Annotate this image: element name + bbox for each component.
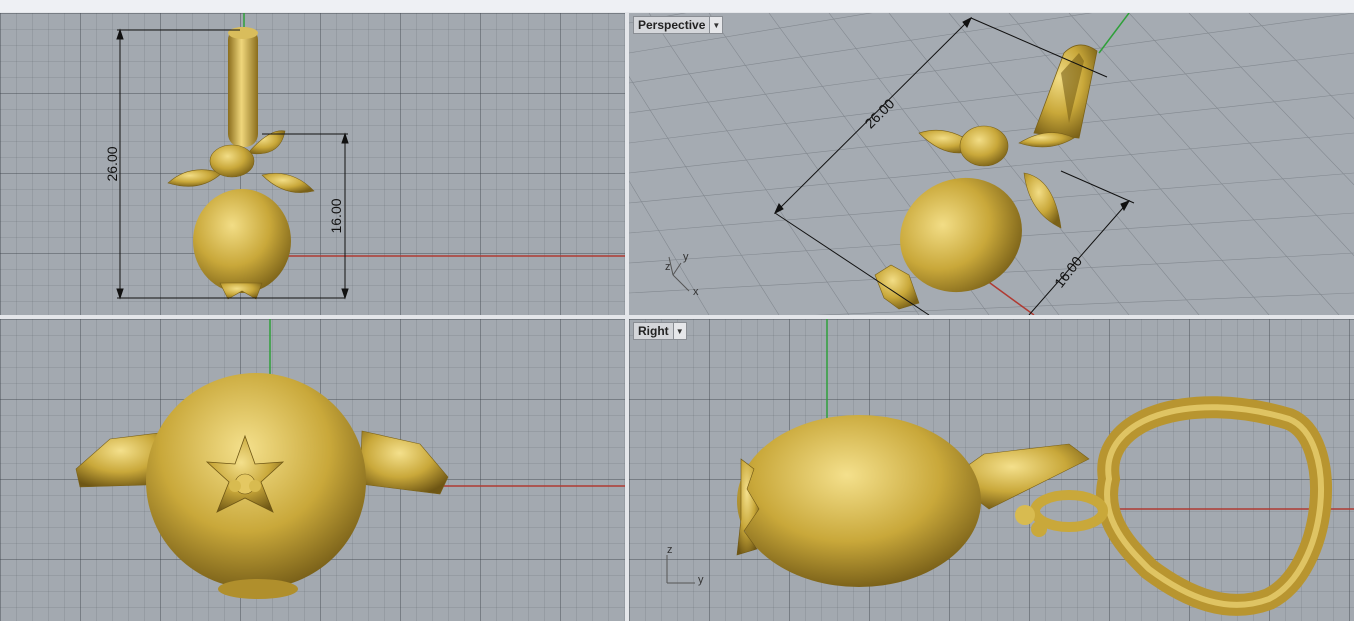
title-strip — [0, 0, 1354, 12]
viewport-top[interactable]: 26.00 16.00 — [0, 13, 625, 315]
pendant-model[interactable] — [75, 373, 449, 599]
axis-gizmo-y-label: y — [683, 251, 689, 263]
viewport-title-right[interactable]: Right ▼ — [633, 322, 687, 340]
axis-gizmo — [666, 555, 695, 584]
viewport-front[interactable] — [0, 319, 625, 621]
dimension-body-height-text: 16.00 — [328, 198, 344, 233]
viewport-perspective[interactable]: 26.00 16.00 x y z Perspective ▼ — [629, 13, 1354, 315]
perspective-grid: 26.00 16.00 x y z — [629, 13, 1354, 315]
viewport-title-perspective[interactable]: Perspective ▼ — [633, 16, 724, 34]
chevron-down-icon[interactable]: ▼ — [672, 323, 686, 339]
viewport-title-label: Perspective — [638, 18, 706, 32]
pendant-model[interactable] — [167, 27, 315, 300]
chevron-down-icon[interactable]: ▼ — [709, 17, 723, 33]
viewport-right[interactable]: z y Right ▼ — [629, 319, 1354, 621]
y-axis-line — [1098, 13, 1130, 54]
axis-gizmo-z-label: z — [665, 261, 671, 273]
axis-gizmo-z-label: z — [667, 544, 673, 556]
axis-gizmo-x-label: x — [693, 286, 699, 298]
dimension-total-height-text: 26.00 — [861, 95, 897, 131]
dimension-body-height-text: 16.00 — [1051, 253, 1085, 291]
viewport-title-label: Right — [638, 324, 669, 338]
pendant-model[interactable] — [736, 396, 1333, 616]
axis-gizmo-y-label: y — [698, 574, 704, 586]
dimension-total-height-text: 26.00 — [104, 146, 120, 181]
